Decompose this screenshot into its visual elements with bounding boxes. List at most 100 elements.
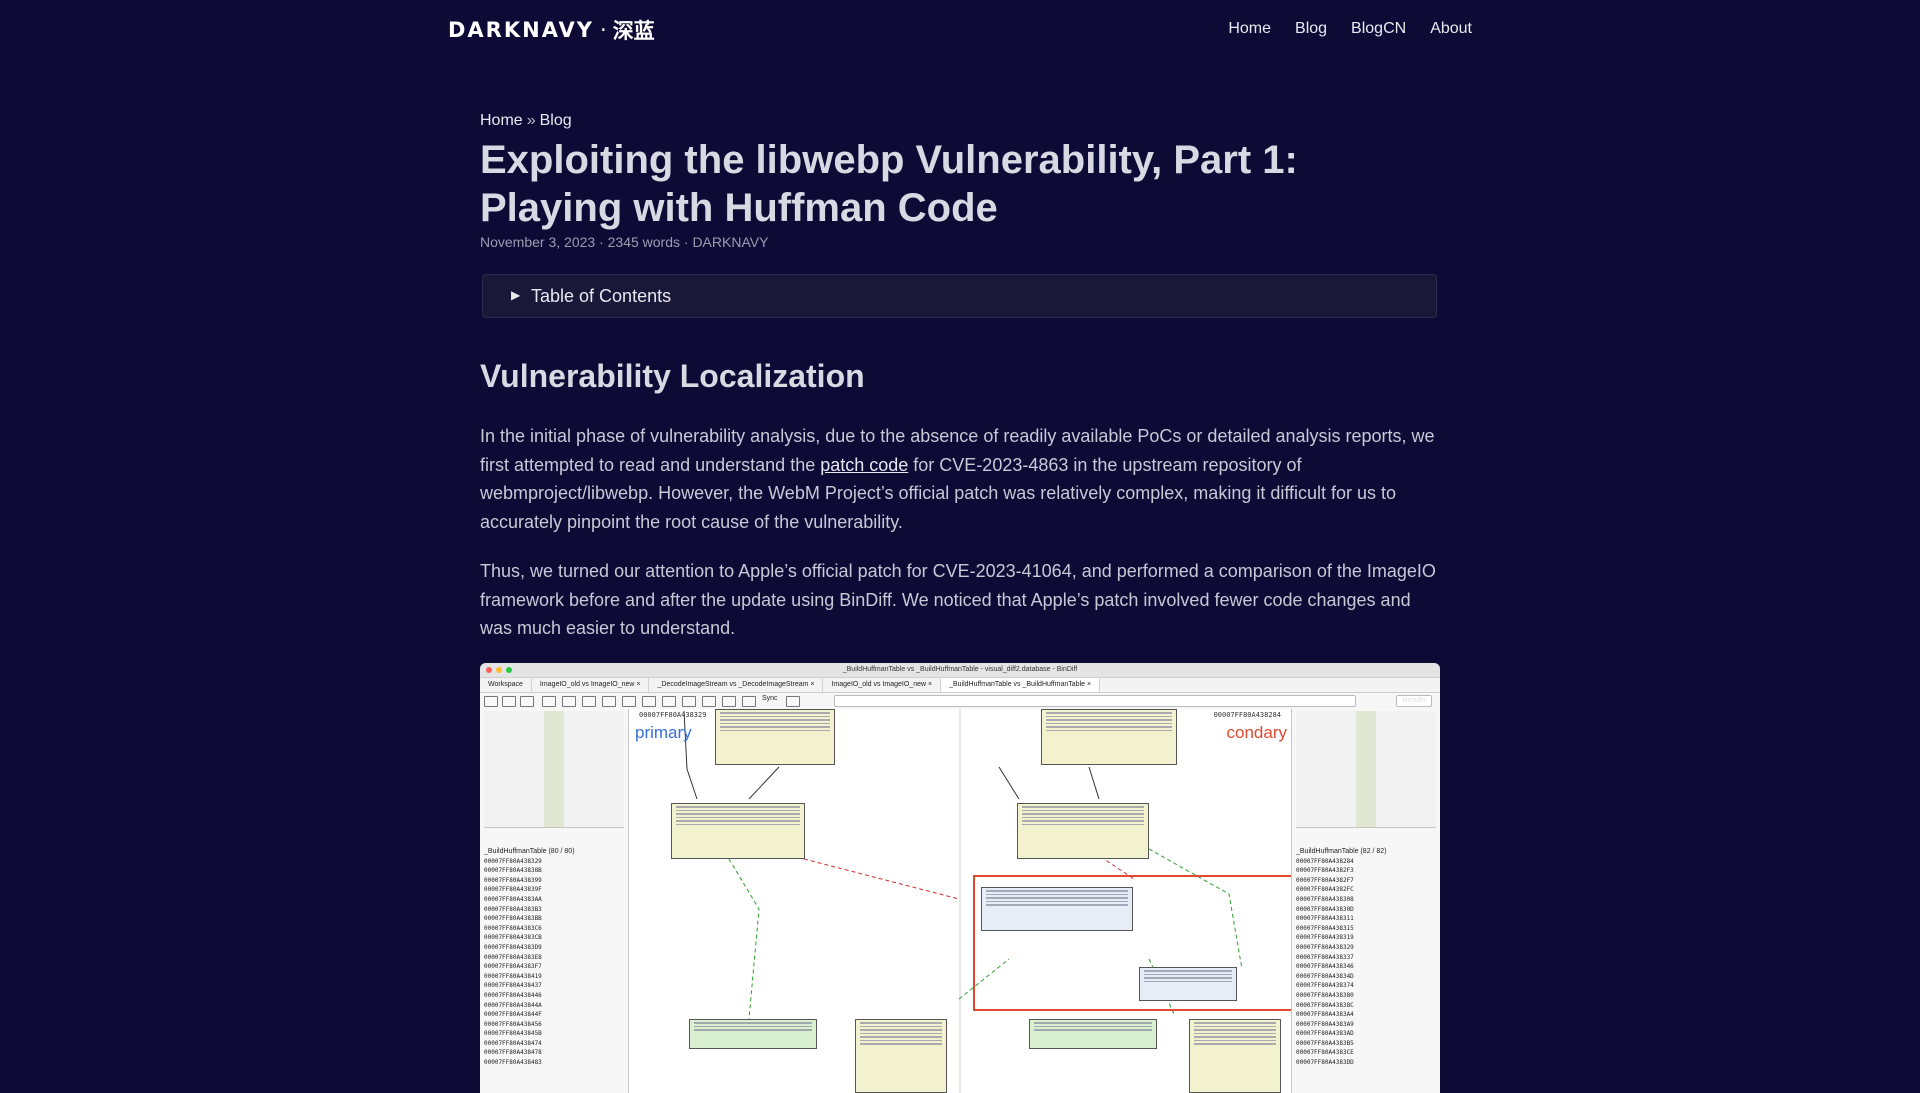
paragraph-1: In the initial phase of vulnerability an… — [480, 422, 1440, 536]
basic-block — [689, 1019, 817, 1049]
tree-item: 00007FF80A438474 — [484, 1039, 542, 1047]
tree-item: 00007FF80A4383E8 — [484, 953, 542, 961]
nav-blog[interactable]: Blog — [1295, 20, 1327, 38]
primary-function-pane: _BuildHuffmanTable (80 / 80) 00007FF80A4… — [480, 709, 629, 1093]
tree-item: 00007FF80A438346 — [1296, 963, 1354, 971]
tree-item: 00007FF80A4383CE — [1296, 1049, 1354, 1057]
basic-block — [1029, 1019, 1157, 1049]
post-meta: November 3, 2023 · 2345 words · DARKNAVY — [480, 234, 769, 250]
tree-item: 00007FF80A4383BB — [484, 915, 542, 923]
toolbar-icon — [562, 696, 576, 707]
tree-item: 00007FF80A438399 — [484, 876, 542, 884]
toolbar-icon — [582, 696, 596, 707]
toolbar-icon — [742, 696, 756, 707]
tree-item: 00007FF80A438329 — [484, 857, 542, 865]
toolbar-icon — [662, 696, 676, 707]
toolbar-icon — [786, 696, 800, 707]
basic-block — [1041, 709, 1177, 765]
tab-imageio-2: ImageIO_old vs ImageIO_new × — [823, 678, 942, 692]
tree-item: 00007FF80A438329 — [1296, 943, 1354, 951]
primary-label: primary — [635, 723, 692, 742]
section-heading: Vulnerability Localization — [480, 358, 865, 394]
tree-item: 00007FF80A438337 — [1296, 953, 1354, 961]
breadcrumb-separator: » — [526, 112, 536, 129]
nav-about[interactable]: About — [1430, 20, 1472, 38]
toolbar-icon — [682, 696, 696, 707]
paragraph-2: Thus, we turned our attention to Apple’s… — [480, 561, 1436, 639]
window-title: _BuildHuffmanTable vs _BuildHuffmanTable… — [842, 666, 1078, 673]
basic-block — [715, 709, 835, 765]
tree-item: 00007FF80A4383AA — [484, 895, 542, 903]
tree-item: 00007FF80A438284 — [1296, 857, 1354, 865]
tab-decodeimagestream: _DecodeImageStream vs _DecodeImageStream… — [649, 678, 824, 692]
tree-item: 00007FF80A438437 — [484, 982, 542, 990]
zoom-dot-icon — [506, 667, 512, 673]
window-title-bar: _BuildHuffmanTable vs _BuildHuffmanTable… — [480, 663, 1440, 678]
breadcrumb-blog[interactable]: Blog — [540, 112, 572, 129]
secondary-address: 00007FF80A438284 — [1213, 711, 1281, 719]
toolbar-icon — [602, 696, 616, 707]
bindiff-screenshot: _BuildHuffmanTable vs _BuildHuffmanTable… — [480, 663, 1440, 1093]
tab-imageio-1: ImageIO_old vs ImageIO_new × — [532, 678, 650, 692]
window-controls — [486, 667, 512, 673]
toolbar-icon — [622, 696, 636, 707]
table-of-contents-toggle[interactable]: ▶ Table of Contents — [482, 274, 1437, 318]
toc-label: Table of Contents — [531, 286, 672, 306]
tree-item: 00007FF80A4382FC — [1296, 886, 1354, 894]
tree-item: 00007FF80A438478 — [484, 1049, 542, 1057]
logo-wordmark: DARKNAVY — [448, 18, 594, 42]
tree-item: 00007FF80A438311 — [1296, 915, 1354, 923]
results-button: Results — [1396, 695, 1432, 707]
site-logo[interactable]: DARKNAVY · 深蓝 — [448, 16, 655, 44]
nav-home[interactable]: Home — [1228, 20, 1271, 38]
triangle-right-icon: ▶ — [511, 288, 521, 302]
tree-item: 00007FF80A43839F — [484, 886, 542, 894]
tree-item: 00007FF80A4383B3 — [484, 905, 542, 913]
secondary-tree-header: _BuildHuffmanTable (82 / 82) — [1296, 848, 1387, 855]
main-nav: Home Blog BlogCN About — [1228, 20, 1472, 38]
tree-item: 00007FF80A43834D — [1296, 972, 1354, 980]
breadcrumb-home[interactable]: Home — [480, 112, 523, 129]
tree-item: 00007FF80A43844A — [484, 1001, 542, 1009]
search-field — [834, 695, 1356, 707]
tree-item: 00007FF80A4383F7 — [484, 963, 542, 971]
toolbar-icon — [542, 696, 556, 707]
toolbar-icon — [484, 696, 498, 707]
secondary-function-pane: _BuildHuffmanTable (82 / 82) 00007FF80A4… — [1291, 709, 1440, 1093]
tree-item: 00007FF80A438446 — [484, 991, 542, 999]
changed-basic-block — [1139, 967, 1237, 1001]
tree-item: 00007FF80A4383CB — [484, 934, 542, 942]
tree-item: 00007FF80A4383C6 — [484, 924, 542, 932]
tree-item: 00007FF80A438374 — [1296, 982, 1354, 990]
tree-item: 00007FF80A438315 — [1296, 924, 1354, 932]
basic-block — [1017, 803, 1149, 859]
tree-item: 00007FF80A43838C — [1296, 1001, 1354, 1009]
toolbar-icon — [642, 696, 656, 707]
basic-block — [855, 1019, 947, 1093]
tree-item: 00007FF80A4383AD — [1296, 1030, 1354, 1038]
basic-block — [1189, 1019, 1281, 1093]
tab-buildhuffmantable: _BuildHuffmanTable vs _BuildHuffmanTable… — [941, 678, 1101, 692]
diff-tabs: Workspace ImageIO_old vs ImageIO_new × _… — [480, 678, 1440, 693]
nav-blogcn[interactable]: BlogCN — [1351, 20, 1406, 38]
primary-overview — [484, 711, 624, 828]
logo-chinese: 深蓝 — [612, 19, 655, 43]
tree-item: 00007FF80A4382F7 — [1296, 876, 1354, 884]
minimize-dot-icon — [496, 667, 502, 673]
site-header: DARKNAVY · 深蓝 Home Blog BlogCN About — [448, 16, 1472, 44]
secondary-tree: _BuildHuffmanTable (82 / 82) 00007FF80A4… — [1296, 847, 1436, 1066]
tab-workspace: Workspace — [480, 678, 532, 692]
tree-item: 00007FF80A43838B — [484, 867, 542, 875]
tree-item: 00007FF80A4383B5 — [1296, 1039, 1354, 1047]
toolbar-icon — [702, 696, 716, 707]
close-dot-icon — [486, 667, 492, 673]
breadcrumb: Home» Blog — [480, 112, 572, 130]
tree-item: 00007FF80A4383D9 — [484, 943, 542, 951]
tree-item: 00007FF80A4383A9 — [1296, 1020, 1354, 1028]
diff-graph-canvas: primary 00007FF80A438329 condary 00007FF… — [629, 709, 1293, 1093]
tree-item: 00007FF80A438380 — [1296, 991, 1354, 999]
primary-tree: _BuildHuffmanTable (80 / 80) 00007FF80A4… — [484, 847, 624, 1066]
primary-address: 00007FF80A438329 — [639, 711, 707, 719]
patch-code-link[interactable]: patch code — [820, 455, 908, 475]
tree-item: 00007FF80A4383DD — [1296, 1059, 1354, 1067]
